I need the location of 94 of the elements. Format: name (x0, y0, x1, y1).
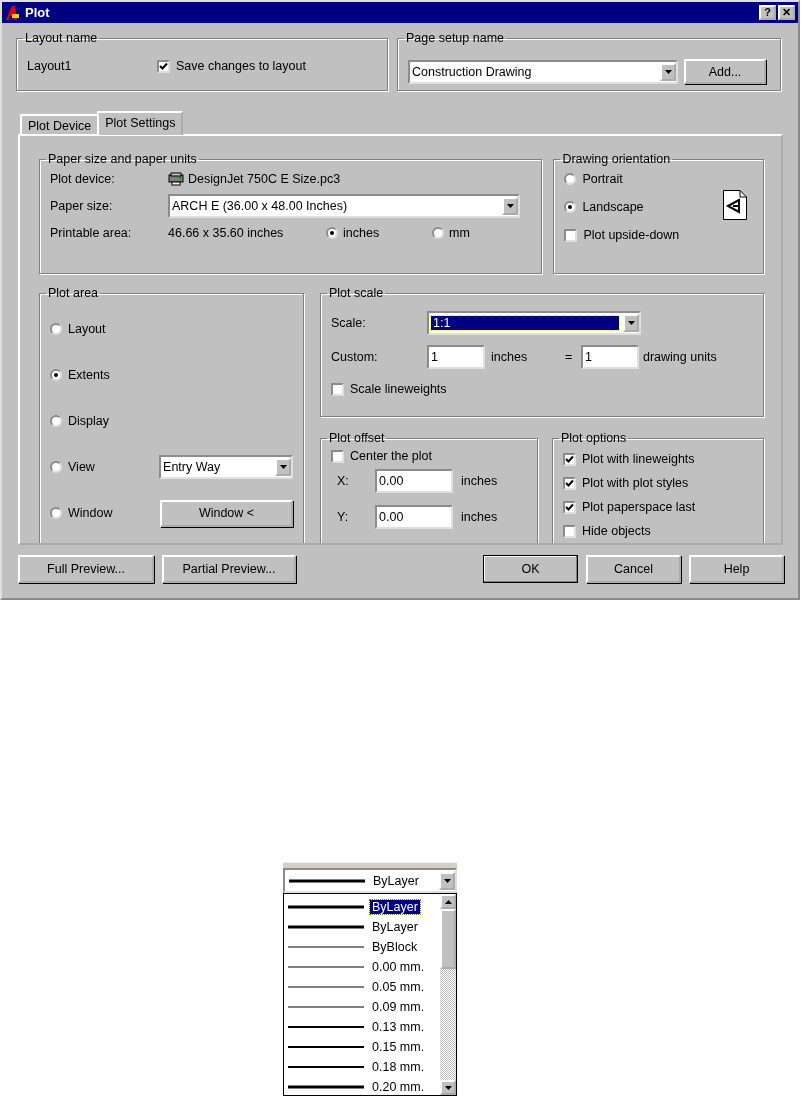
radio-label[interactable]: Window (68, 506, 113, 520)
field-label: Custom: (331, 350, 379, 364)
checkbox[interactable] (564, 228, 578, 242)
checkbox-label[interactable]: Scale lineweights (350, 382, 447, 396)
checkbox[interactable] (563, 476, 576, 490)
field-label: X: (336, 474, 350, 488)
group-label: Plot offset (328, 431, 386, 445)
scale-dropdown[interactable]: 1:1 (427, 311, 641, 335)
radio-label[interactable]: inches (343, 226, 380, 240)
dialog-button[interactable]: Cancel (586, 555, 681, 583)
radio-label[interactable]: Layout (68, 322, 106, 336)
radio-button[interactable] (564, 201, 577, 213)
list-item[interactable]: 0.00 mm. (286, 957, 440, 977)
group-label: Drawing orientation (561, 152, 672, 166)
radio-label[interactable]: Landscape (582, 200, 644, 214)
field-label: Plot device: (50, 172, 116, 186)
window-title: Plot (25, 5, 50, 20)
dialog-button[interactable]: OK (483, 555, 578, 583)
page-orientation-icon (723, 190, 747, 220)
checkbox[interactable] (331, 382, 344, 396)
checkbox[interactable] (563, 500, 576, 514)
radio-button[interactable] (50, 507, 62, 519)
unit-label: inches (461, 474, 498, 488)
list-item[interactable]: 0.09 mm. (286, 997, 440, 1017)
layout-name: Layout1 (27, 59, 73, 73)
radio-button[interactable] (50, 415, 62, 427)
list-item[interactable]: 0.20 mm. (286, 1077, 440, 1097)
radio-label[interactable]: mm (449, 226, 470, 240)
radio-button[interactable] (432, 227, 444, 239)
checkbox-label[interactable]: Plot with lineweights (582, 452, 695, 466)
add-button[interactable]: Add... (684, 59, 766, 84)
title-bar-button[interactable]: ? (759, 5, 776, 20)
radio-label[interactable]: Display (68, 414, 109, 428)
group-label: Page setup name (405, 31, 505, 45)
checkbox-label[interactable]: Plot paperspace last (582, 500, 696, 514)
radio-button[interactable] (326, 227, 338, 239)
input-field[interactable]: 0.00 (375, 505, 453, 529)
list-item[interactable]: 0.05 mm. (286, 977, 440, 997)
dialog-button[interactable]: Help (689, 555, 784, 583)
scrollbar[interactable] (440, 894, 456, 1095)
page-setup-dropdown[interactable]: Construction Drawing (408, 59, 678, 84)
checkbox[interactable] (563, 524, 576, 538)
scroll-down-icon (444, 1085, 452, 1090)
list-item[interactable]: 0.15 mm. (286, 1037, 440, 1057)
checkbox-label[interactable]: Center the plot (350, 449, 432, 463)
unit-label: drawing units (642, 350, 717, 364)
list-item[interactable]: ByLayer (286, 917, 440, 937)
checkbox-label[interactable]: Save changes to layout (176, 59, 306, 73)
equals-sign: = (564, 350, 574, 364)
group-label: Layout name (24, 31, 99, 45)
radio-button[interactable] (50, 461, 62, 473)
paper-size-dropdown[interactable]: ARCH E (36.00 x 48.00 Inches) (168, 194, 520, 218)
printable-area-value: 46.66 x 35.60 inches (168, 226, 285, 240)
group-label: Paper size and paper units (47, 152, 198, 166)
radio-button[interactable] (50, 323, 62, 335)
list-item[interactable]: ByBlock (286, 937, 440, 957)
preview-button[interactable]: Full Preview... (18, 555, 154, 583)
view-dropdown[interactable]: Entry Way (159, 455, 293, 479)
unit-label: inches (490, 350, 529, 364)
group-label: Plot options (560, 431, 628, 445)
input-field[interactable]: 1 (581, 345, 639, 369)
checkbox-label[interactable]: Plot upside-down (583, 228, 680, 242)
checkbox[interactable] (563, 452, 576, 466)
radio-label[interactable]: View (68, 460, 95, 474)
checkbox-label[interactable]: Plot with plot styles (582, 476, 689, 490)
plot-device-name: DesignJet 750C E Size.pc3 (188, 172, 341, 186)
tab[interactable]: Plot Settings (97, 111, 184, 135)
field-label: Paper size: (50, 199, 114, 213)
scroll-up-icon (444, 899, 452, 904)
list-item[interactable]: ByLayer (286, 897, 440, 917)
lineweight-dropdown[interactable]: ByLayer (283, 868, 457, 893)
checkbox-label[interactable]: Hide objects (582, 524, 651, 538)
window-button[interactable]: Window < (160, 499, 293, 527)
field-label: Scale: (331, 316, 367, 330)
list-item[interactable]: 0.13 mm. (286, 1017, 440, 1037)
preview-button[interactable]: Partial Preview... (162, 555, 296, 583)
unit-label: inches (461, 510, 498, 524)
plotter-icon (168, 172, 184, 186)
radio-button[interactable] (50, 369, 62, 381)
list-item[interactable]: 0.18 mm. (286, 1057, 440, 1077)
title-bar-button[interactable]: ✕ (778, 5, 795, 20)
radio-label[interactable]: Portrait (582, 172, 623, 186)
field-label: Y: (336, 510, 350, 524)
radio-button[interactable] (564, 173, 577, 185)
group-label: Plot scale (328, 286, 385, 300)
radio-label[interactable]: Extents (68, 368, 110, 382)
app-icon (5, 4, 21, 21)
group-label: Plot area (47, 286, 100, 300)
input-field[interactable]: 0.00 (375, 469, 453, 493)
tab[interactable]: Plot Device (20, 114, 100, 134)
field-label: Printable area: (50, 226, 133, 240)
checkbox[interactable] (331, 449, 344, 463)
checkbox[interactable] (157, 59, 170, 73)
input-field[interactable]: 1 (427, 345, 485, 369)
